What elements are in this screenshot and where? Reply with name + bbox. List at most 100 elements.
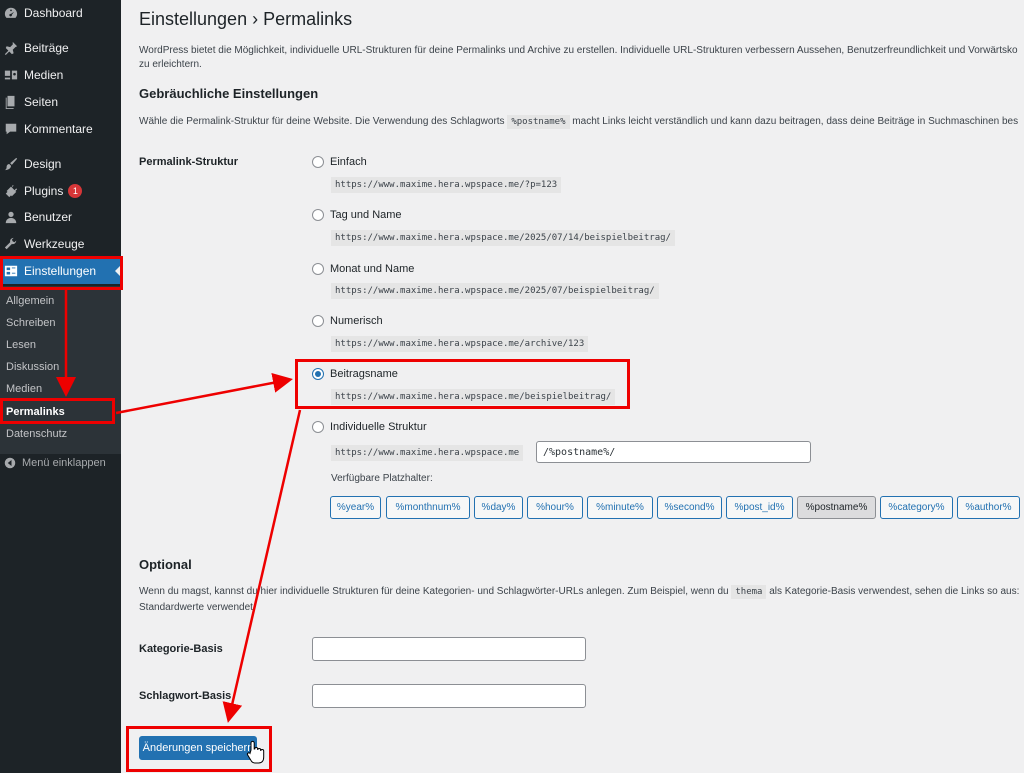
collapse-arrow-icon [0,457,22,469]
menu-item-design[interactable]: Design [0,151,121,177]
permalink-structure-label: Permalink-Struktur [139,156,239,168]
menu-label: Beiträge [24,41,69,55]
radio-button[interactable] [312,263,324,275]
menu-item-users[interactable]: Benutzer [0,204,121,230]
option-label: Individuelle Struktur [330,421,427,433]
update-count-badge: 1 [68,184,83,198]
tag-monthnum[interactable]: %monthnum% [386,496,470,519]
tag-postname[interactable]: %postname% [797,496,876,519]
tag-author[interactable]: %author% [957,496,1020,519]
submenu-item-datenschutz[interactable]: Datenschutz [6,428,67,440]
desc-text: Wähle die Permalink-Struktur für deine W… [139,116,505,127]
tag-post-id[interactable]: %post_id% [726,496,793,519]
radio-button-checked[interactable] [312,368,324,380]
common-settings-desc: Wähle die Permalink-Struktur für deine W… [139,115,1019,129]
common-settings-title: Gebräuchliche Einstellungen [139,86,319,101]
submenu-item-allgemein[interactable]: Allgemein [6,295,54,307]
optional-desc: Wenn du magst, kannst du hier individuel… [139,585,1020,599]
menu-item-media[interactable]: Medien [0,62,121,88]
submenu-item-permalinks[interactable]: Permalinks [6,406,65,418]
menu-label: Plugins [24,184,64,198]
collapse-menu-button[interactable]: Menü einklappen [0,452,121,474]
tag-day[interactable]: %day% [474,496,523,519]
tag-base-input[interactable] [312,684,586,708]
custom-base-url: https://www.maxime.hera.wpspace.me [331,445,524,461]
radio-button[interactable] [312,315,324,327]
tag-base-label: Schlagwort-Basis [139,690,232,702]
save-changes-button[interactable]: Änderungen speichern [139,736,257,760]
menu-label: Design [24,157,62,171]
option-numerisch[interactable]: Numerisch [312,315,383,327]
option-url: https://www.maxime.hera.wpspace.me/?p=12… [331,177,562,193]
menu-label: Einstellungen [24,264,97,278]
desc-text: macht Links leicht verständlich und kann… [572,116,1019,127]
tag-category[interactable]: %category% [880,496,953,519]
option-einfach[interactable]: Einfach [312,156,367,168]
menu-item-tools[interactable]: Werkzeuge [0,231,121,257]
option-individuelle-struktur[interactable]: Individuelle Struktur [312,421,427,433]
intro-text-line1: WordPress bietet die Möglichkeit, indivi… [139,45,1018,56]
postname-code: %postname% [507,115,570,129]
option-url: https://www.maxime.hera.wpspace.me/beisp… [331,389,616,405]
submenu-item-schreiben[interactable]: Schreiben [6,317,56,329]
option-label: Tag und Name [330,209,402,221]
option-monat-und-name[interactable]: Monat und Name [312,263,414,275]
page-title: Einstellungen › Permalinks [139,9,353,29]
optional-title: Optional [139,557,192,572]
user-icon [0,210,24,224]
option-url: https://www.maxime.hera.wpspace.me/2025/… [331,230,675,246]
desc-text: als Kategorie-Basis verwendest, sehen di… [769,586,1020,597]
pages-icon [0,95,24,109]
tag-hour[interactable]: %hour% [527,496,583,519]
option-label: Beitragsname [330,368,398,380]
option-label: Monat und Name [330,263,415,275]
collapse-menu-label: Menü einklappen [22,457,106,469]
menu-item-plugins[interactable]: Plugins 1 [0,178,121,204]
option-url: https://www.maxime.hera.wpspace.me/2025/… [331,283,659,299]
admin-sidebar: Dashboard Beiträge Medien Seiten Komment… [0,0,121,773]
submenu-item-diskussion[interactable]: Diskussion [6,361,59,373]
menu-label: Kommentare [24,122,93,136]
category-base-label: Kategorie-Basis [139,643,223,655]
menu-item-settings[interactable]: Einstellungen [0,258,121,284]
comment-icon [0,122,24,136]
pin-icon [0,41,24,55]
thema-code: thema [731,585,767,599]
desc-text: Wenn du magst, kannst du hier individuel… [139,586,729,597]
menu-label: Werkzeuge [24,237,85,251]
media-icon [0,68,24,82]
brush-icon [0,157,24,171]
radio-button[interactable] [312,421,324,433]
option-url: https://www.maxime.hera.wpspace.me/archi… [331,336,589,352]
placeholders-label: Verfügbare Platzhalter: [331,473,433,484]
option-tag-und-name[interactable]: Tag und Name [312,209,402,221]
menu-item-posts[interactable]: Beiträge [0,35,121,61]
settings-submenu: Allgemein Schreiben Lesen Diskussion Med… [0,286,121,454]
menu-label: Seiten [24,95,59,109]
option-label: Numerisch [330,315,383,327]
menu-label: Medien [24,68,64,82]
radio-button[interactable] [312,209,324,221]
optional-desc-line2: Standardwerte verwendet. [139,602,256,613]
settings-icon [0,264,24,278]
main-content: Einstellungen › Permalinks WordPress bie… [121,0,1024,773]
submenu-item-medien[interactable]: Medien [6,383,42,395]
intro-text-line2: zu erleichtern. [139,59,202,70]
menu-item-comments[interactable]: Kommentare [0,116,121,142]
plugin-icon [0,184,24,198]
menu-label: Dashboard [24,6,83,20]
menu-item-dashboard[interactable]: Dashboard [0,0,121,26]
custom-structure-input[interactable] [536,441,811,463]
wrench-icon [0,237,24,251]
tag-minute[interactable]: %minute% [587,496,653,519]
option-beitragsname[interactable]: Beitragsname [312,368,398,380]
tag-second[interactable]: %second% [657,496,722,519]
submenu-item-lesen[interactable]: Lesen [6,339,36,351]
menu-item-pages[interactable]: Seiten [0,89,121,115]
menu-label: Benutzer [24,210,73,224]
tag-year[interactable]: %year% [330,496,381,519]
dashboard-icon [0,6,24,20]
radio-button[interactable] [312,156,324,168]
option-label: Einfach [330,156,367,168]
category-base-input[interactable] [312,637,586,661]
